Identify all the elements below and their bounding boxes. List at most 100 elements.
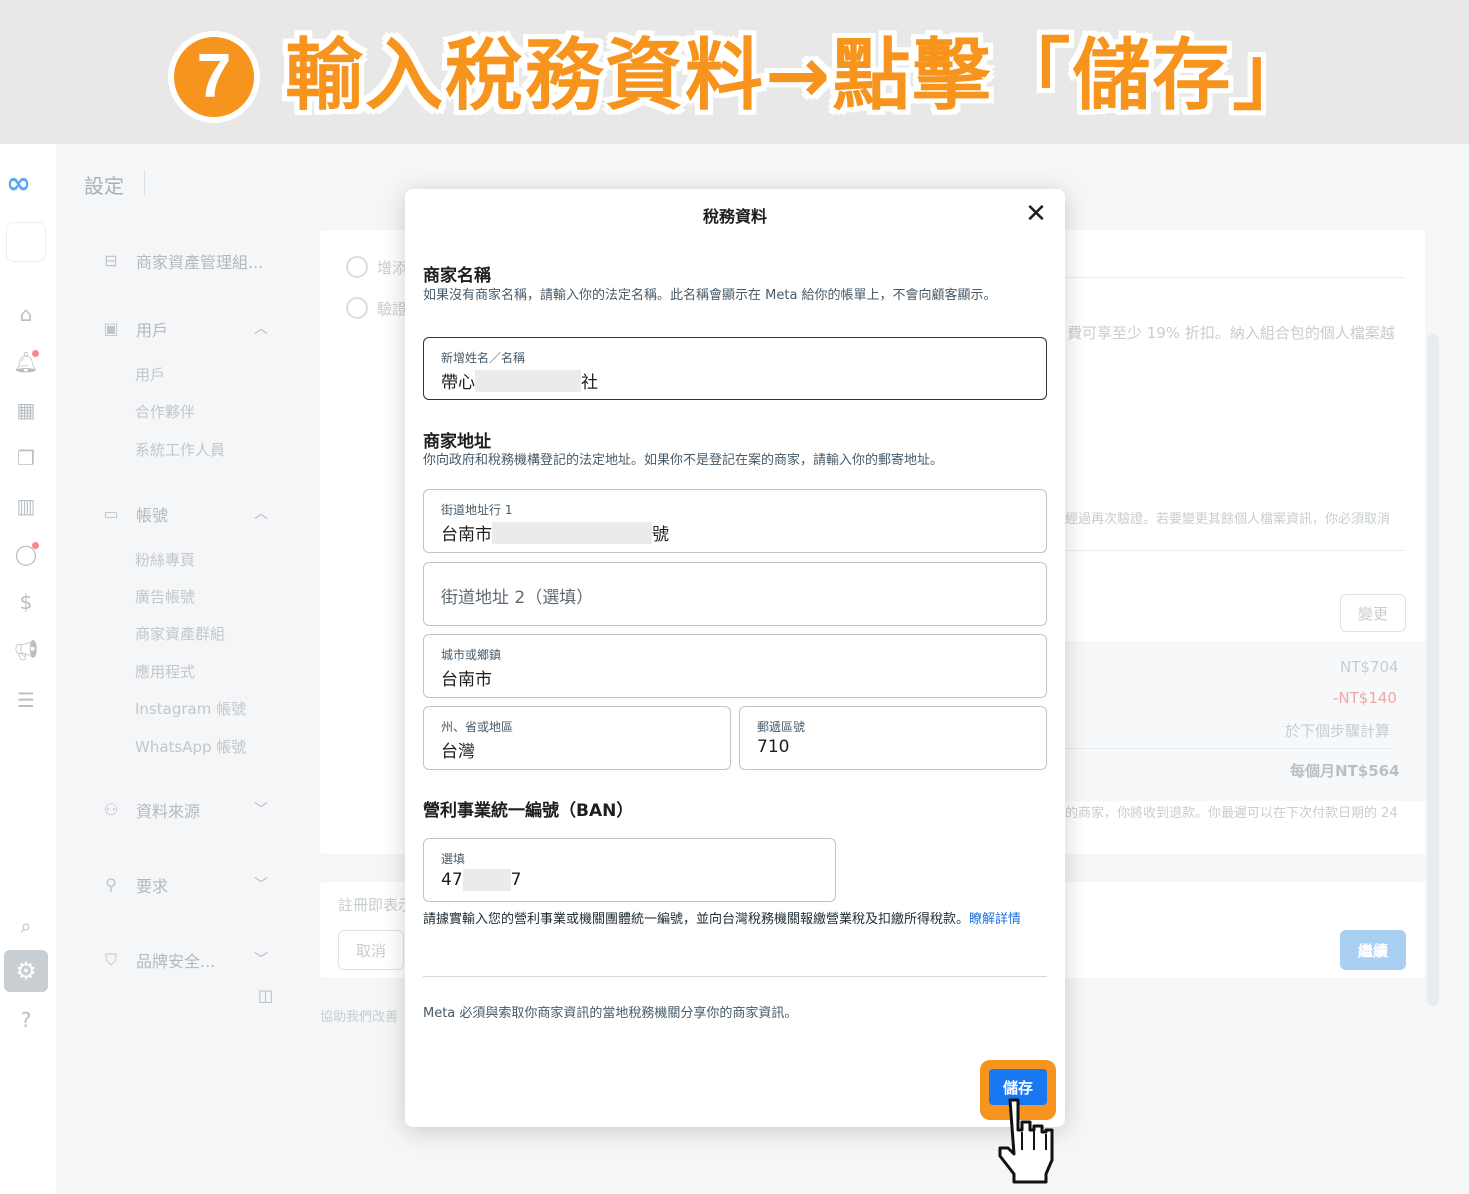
field-value: 710 (757, 737, 790, 757)
sidebar-item-users[interactable]: ▣ 用戶 (100, 317, 168, 341)
register-text: 註冊即表示 (338, 896, 414, 914)
address-heading: 商家地址 (423, 432, 491, 452)
refund-text: 的商家，你將收到退款。你最遲可以在下次付款日期的 24 (1065, 806, 1398, 821)
value-suffix: 7 (510, 870, 522, 890)
sidebar-item-label: 資料來源 (136, 802, 201, 821)
meta-logo-icon[interactable]: ∞ (6, 166, 31, 201)
address-description: 你向政府和稅務機構登記的法定地址。如果你不是登記在案的商家，請輸入你的郵寄地址。 (423, 453, 944, 468)
value-prefix: 帶心 (441, 373, 475, 393)
sidebar-item-label: 品牌安全... (136, 952, 216, 971)
help-icon[interactable]: ? (12, 1006, 40, 1034)
value-prefix: 47 (441, 870, 463, 890)
sidebar-subitem-partners[interactable]: 合作夥伴 (135, 401, 195, 422)
chevron-up-icon[interactable]: ︿ (254, 503, 268, 523)
sidebar-subitem-ad-accounts[interactable]: 廣告帳號 (135, 586, 195, 607)
scrollbar[interactable] (1427, 334, 1439, 1006)
sidebar-item-label: 商家資產管理組... (136, 253, 264, 272)
field-placeholder: 街道地址 2（選填） (441, 588, 594, 608)
search-icon[interactable]: ⌕ (12, 912, 40, 940)
change-button[interactable]: 變更 (1340, 594, 1406, 632)
notification-dot (32, 350, 39, 357)
step-label: 增添 (377, 259, 408, 277)
pages-icon[interactable]: ❐ (12, 444, 40, 472)
street-address-1-field[interactable]: 街道地址行 1 台南市 號 (423, 489, 1047, 553)
field-value: 台南市 號 (441, 520, 669, 545)
settings-gear-icon[interactable]: ⚙ (4, 950, 48, 992)
person-add-icon: ⚲ (105, 875, 117, 894)
redacted-block (492, 521, 652, 544)
settings-sidebar: 設定 ⊟ 商家資產管理組... ▣ 用戶 ︿ 用戶 合作夥伴 系統工作人員 ▭ … (56, 144, 320, 1194)
value-suffix: 號 (652, 525, 669, 545)
dollar-icon[interactable]: $ (12, 588, 40, 616)
learn-more-link[interactable]: 瞭解詳情 (969, 912, 1021, 927)
chevron-down-icon[interactable]: ﹀ (254, 949, 268, 969)
sidebar-item-accounts[interactable]: ▭ 帳號 (100, 502, 168, 526)
field-label: 街道地址行 1 (441, 503, 513, 517)
close-icon[interactable]: ✕ (1023, 201, 1049, 227)
table-icon[interactable]: ▦ (12, 396, 40, 424)
field-label: 州、省或地區 (441, 720, 514, 734)
value-prefix: 台南市 (441, 525, 492, 545)
continue-button[interactable]: 繼續 (1340, 930, 1406, 970)
sidebar-subitem-system-users[interactable]: 系統工作人員 (135, 439, 225, 460)
sidebar-item-data-sources[interactable]: ⚇ 資料來源 (100, 798, 200, 822)
icon-rail: ∞ ⌂ 🔔︎ ▦ ❐ ▥ ◯ $ 📢︎ ☰ ⌕ ⚙ ? (0, 144, 56, 1194)
field-label: 郵遞區號 (757, 720, 806, 734)
chat-notification-dot (32, 542, 39, 549)
field-label: 新增姓名／名稱 (441, 351, 526, 365)
field-label: 城市或鄉鎮 (441, 648, 502, 662)
street-address-2-field[interactable]: 街道地址 2（選填） (423, 562, 1047, 626)
step-radio (346, 256, 368, 278)
sidebar-subitem-asset-groups[interactable]: 商家資產群組 (135, 623, 225, 644)
divider (423, 976, 1047, 977)
hand-pointer-icon (998, 1098, 1054, 1184)
sidebar-item-brand-safety[interactable]: ⛉ 品牌安全... (100, 948, 215, 972)
divider (1065, 550, 1405, 551)
bar-chart-icon[interactable]: ▥ (12, 492, 40, 520)
megaphone-icon[interactable]: 📢︎ (12, 636, 40, 664)
chevron-down-icon[interactable]: ﹀ (254, 799, 268, 819)
sidebar-subitem-users[interactable]: 用戶 (135, 364, 165, 385)
ban-field[interactable]: 選填 47 7 (423, 838, 836, 902)
menu-icon[interactable]: ☰ (12, 686, 40, 714)
sidebar-item-requests[interactable]: ⚲ 要求 (100, 873, 168, 897)
people-icon: ⚇ (103, 800, 119, 819)
ban-note-text: 請據實輸入您的營利事業或機關團體統一編號，並向台灣稅務機關報繳營業稅及扣繳所得稅… (423, 912, 970, 927)
sidebar-item-business-assets[interactable]: ⊟ 商家資產管理組... (100, 249, 263, 273)
person-card-icon: ▣ (103, 319, 119, 338)
city-field[interactable]: 城市或鄉鎮 台南市 (423, 634, 1047, 698)
sidebar-subitem-apps[interactable]: 應用程式 (135, 661, 195, 682)
sidebar-subitem-whatsapp[interactable]: WhatsApp 帳號 (135, 736, 246, 757)
tax-info-dialog: 稅務資料 ✕ 商家名稱 如果沒有商家名稱，請輸入你的法定名稱。此名稱會顯示在 M… (405, 189, 1065, 1127)
ban-heading: 營利事業統一編號（BAN） (423, 801, 634, 821)
discount-text: 費可享至少 19% 折扣。納入組合包的個人檔案越 (1067, 324, 1395, 342)
business-name-field[interactable]: 新增姓名／名稱 帶心 社 (423, 337, 1047, 400)
cancel-button[interactable]: 取消 (338, 930, 404, 970)
step-radio (346, 297, 368, 319)
business-avatar[interactable] (6, 222, 46, 262)
business-name-description: 如果沒有商家名稱，請輸入你的法定名稱。此名稱會顯示在 Meta 給你的帳單上，不… (423, 288, 997, 303)
collapse-sidebar-icon[interactable]: ◫ (258, 986, 273, 1005)
shield-icon: ⛉ (104, 950, 117, 969)
chevron-down-icon[interactable]: ﹀ (254, 874, 268, 894)
chevron-up-icon[interactable]: ︿ (254, 318, 268, 338)
ban-note: 請據實輸入您的營利事業或機關團體統一編號，並向台灣稅務機關報繳營業稅及扣繳所得稅… (423, 912, 1045, 928)
instruction-banner: 7 輸入稅務資料→點擊「儲存」 (0, 0, 1469, 144)
sidebar-subitem-pages[interactable]: 粉絲專頁 (135, 549, 195, 570)
state-field[interactable]: 州、省或地區 台灣 (423, 706, 731, 770)
footer-note: Meta 必須與索取你商家資訊的當地稅務機關分享你的商家資訊。 (423, 1006, 798, 1021)
monthly-price: 每個月NT$564 (1290, 762, 1400, 780)
sidebar-item-label: 用戶 (136, 321, 169, 340)
zip-code-field[interactable]: 郵遞區號 710 (739, 706, 1047, 770)
sidebar-subitem-instagram[interactable]: Instagram 帳號 (135, 698, 246, 719)
home-icon[interactable]: ⌂ (12, 300, 40, 328)
divider (1065, 748, 1393, 749)
folder-icon: ▭ (103, 504, 119, 523)
sidebar-item-label: 要求 (136, 877, 169, 896)
verify-text: 經過再次驗證。若要變更其餘個人檔案資訊，你必須取消 (1065, 512, 1391, 527)
field-value: 台南市 (441, 670, 492, 690)
briefcase-icon: ⊟ (104, 251, 118, 270)
field-value: 47 7 (441, 869, 521, 891)
divider (1065, 277, 1405, 278)
instruction-title: 輸入稅務資料→點擊「儲存」 (285, 31, 1313, 121)
